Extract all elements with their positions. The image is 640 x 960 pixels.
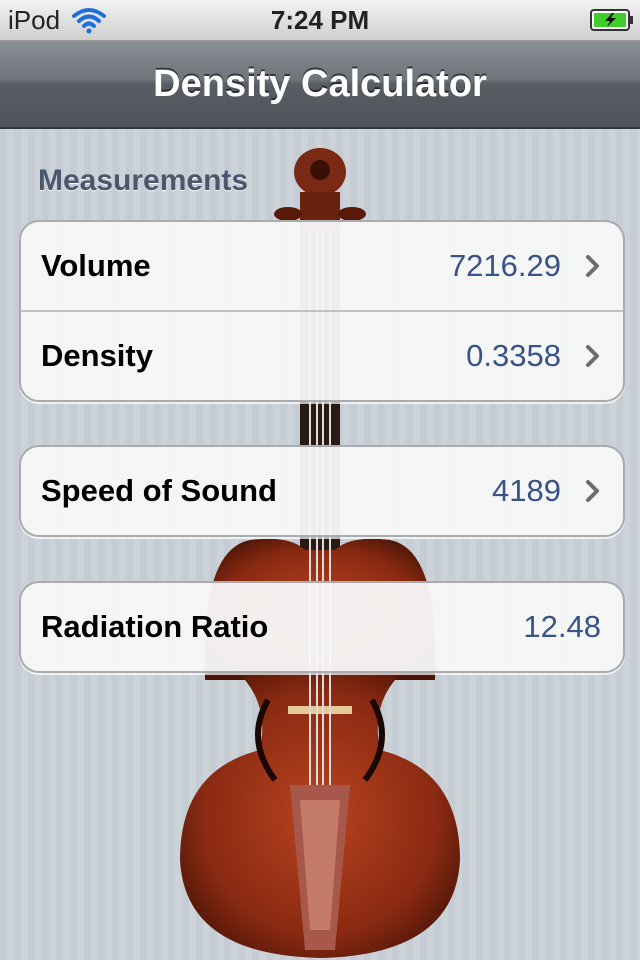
status-bar: iPod 7:24 PM <box>0 0 640 41</box>
row-label: Density <box>41 338 153 373</box>
row-label: Speed of Sound <box>41 473 277 508</box>
speed-of-sound-group: Speed of Sound 4189 <box>19 445 625 537</box>
chevron-right-icon <box>586 255 599 277</box>
radiation-ratio-group: Radiation Ratio 12.48 <box>19 581 625 673</box>
row-label: Volume <box>41 248 151 283</box>
row-label: Radiation Ratio <box>41 609 269 644</box>
row-radiation-ratio: Radiation Ratio 12.48 <box>21 583 623 671</box>
status-time: 7:24 PM <box>270 5 370 35</box>
row-speed-of-sound[interactable]: Speed of Sound 4189 <box>21 447 623 535</box>
row-volume[interactable]: Volume 7216.29 <box>21 222 623 310</box>
battery-charging-icon <box>590 9 633 31</box>
navigation-bar: Density Calculator <box>0 41 640 129</box>
section-header-measurements: Measurements <box>38 164 249 197</box>
measurements-group: Volume 7216.29 Density 0.3358 <box>19 220 625 402</box>
chevron-right-icon <box>586 480 599 502</box>
row-value: 7216.29 <box>448 248 561 283</box>
row-value: 12.48 <box>523 609 601 644</box>
row-value: 0.3358 <box>466 338 561 373</box>
page-title: Density Calculator <box>153 63 487 105</box>
row-value: 4189 <box>492 473 561 508</box>
chevron-right-icon <box>586 345 599 367</box>
row-density[interactable]: Density 0.3358 <box>21 310 623 400</box>
